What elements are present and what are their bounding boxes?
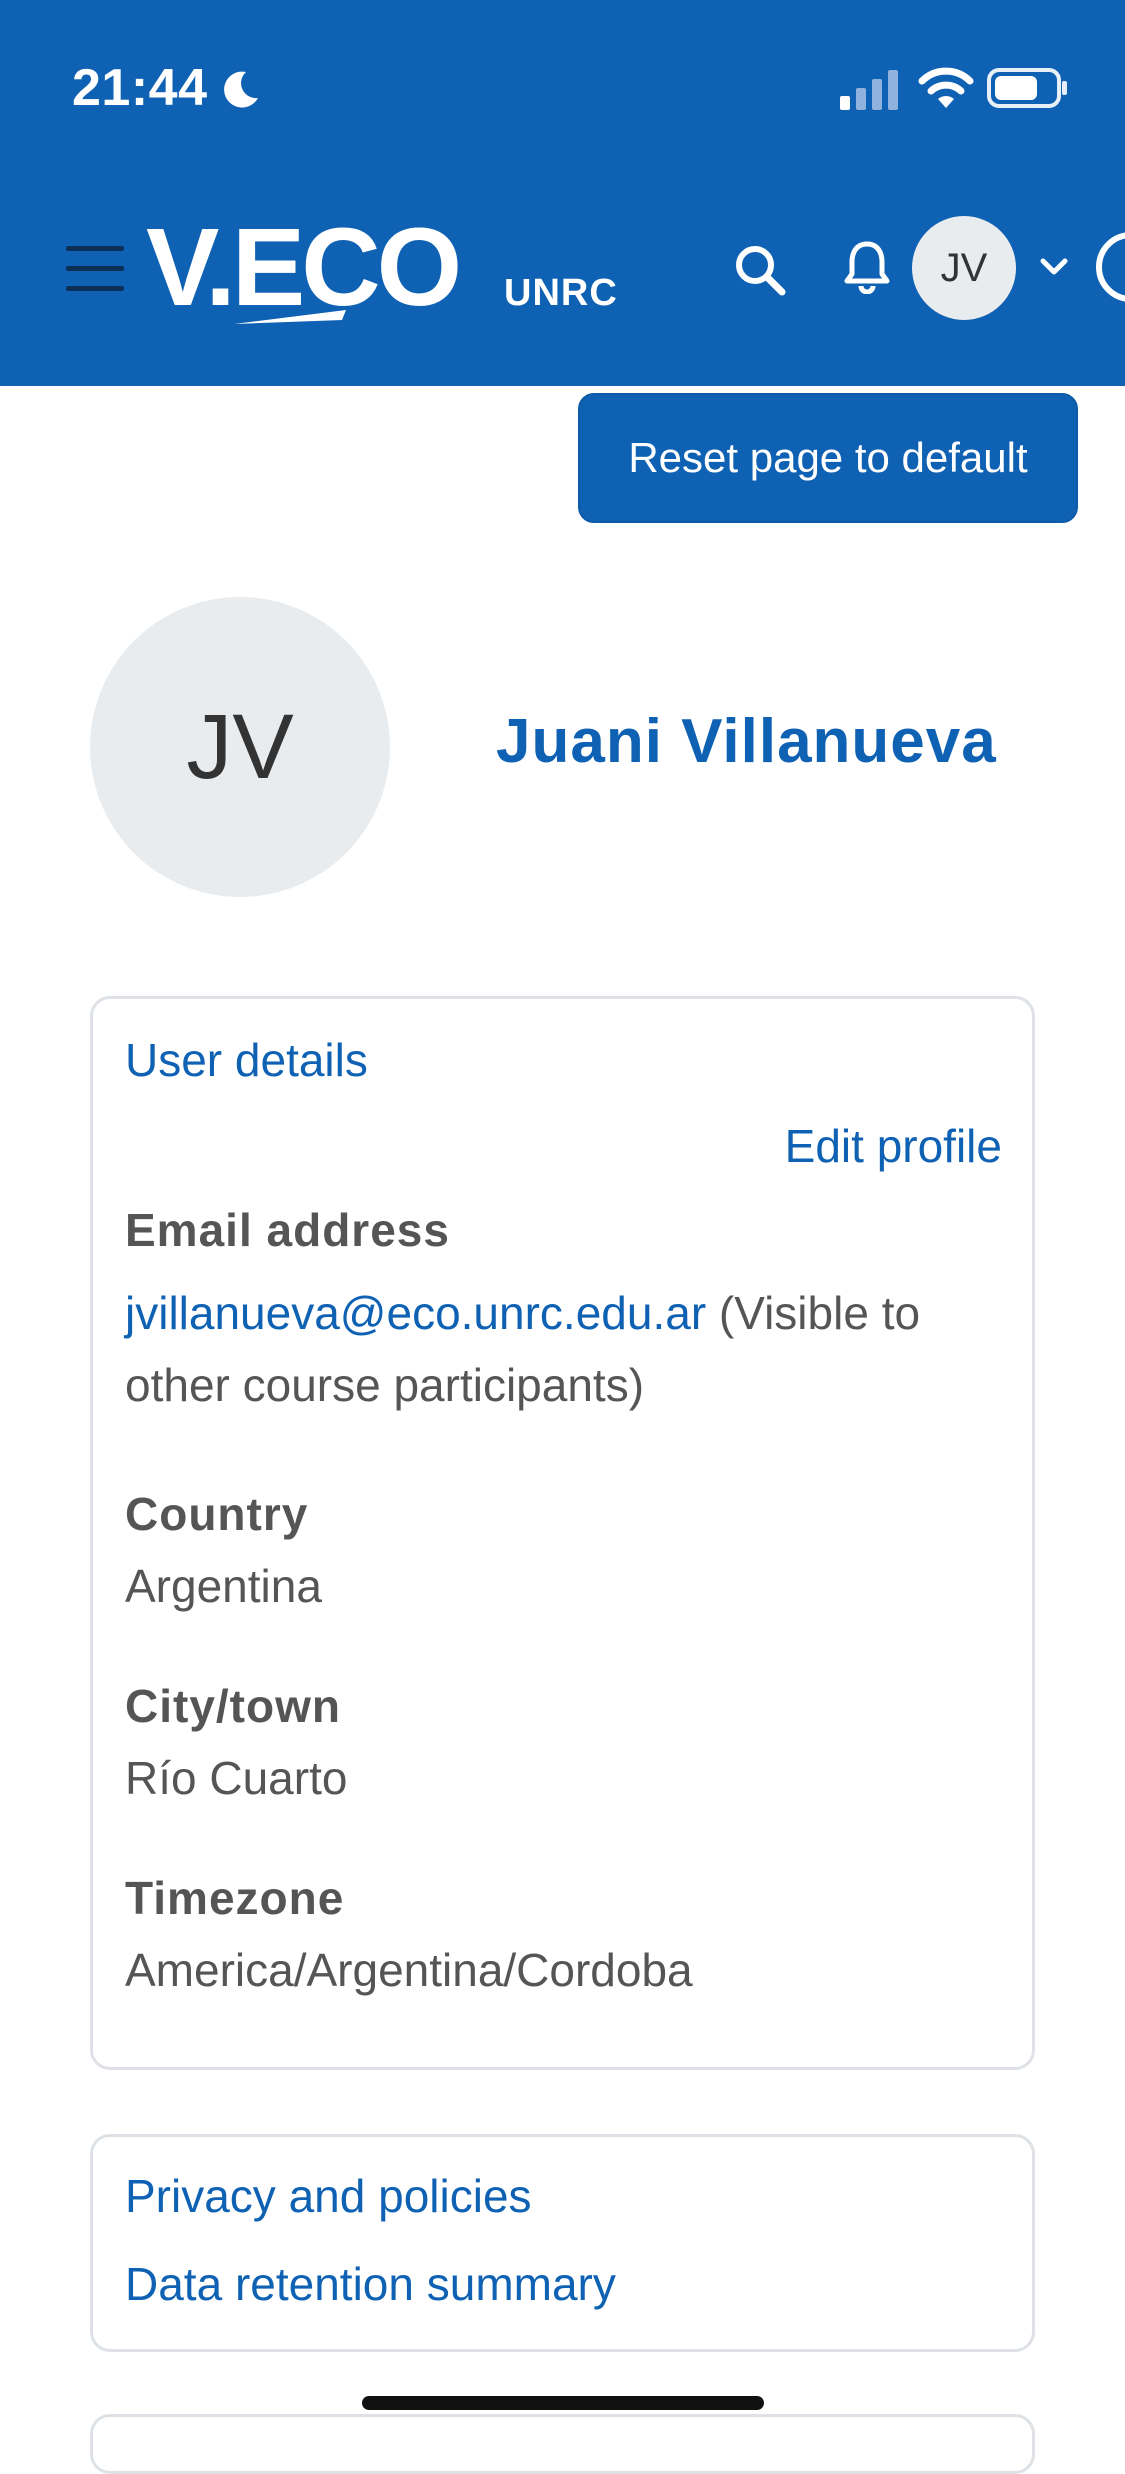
reset-page-button[interactable]: Reset page to default	[578, 393, 1078, 523]
app-header: 21:44 V.ECO UNRC JV	[0, 0, 1125, 386]
home-indicator[interactable]	[362, 2396, 764, 2410]
svg-text:V.ECO: V.ECO	[146, 210, 458, 329]
search-icon[interactable]	[734, 244, 786, 296]
profile-avatar: JV	[90, 597, 390, 897]
email-link[interactable]: jvillanueva@eco.unrc.edu.ar	[125, 1287, 706, 1339]
privacy-card: Privacy and policies Data retention summ…	[90, 2134, 1035, 2352]
city-label: City/town	[125, 1680, 341, 1732]
email-line: jvillanueva@eco.unrc.edu.ar (Visible to …	[125, 1277, 1005, 1421]
country-label: Country	[125, 1488, 309, 1540]
edit-profile-link[interactable]: Edit profile	[785, 1119, 1002, 1173]
moon-icon	[224, 71, 258, 108]
country-value: Argentina	[125, 1560, 322, 1612]
timezone-label: Timezone	[125, 1872, 345, 1924]
user-details-card: User details Edit profile Email address …	[90, 996, 1035, 2070]
timezone-value: America/Argentina/Cordoba	[125, 1944, 693, 1996]
veco-logo[interactable]: V.ECO	[146, 210, 496, 330]
hamburger-menu-icon[interactable]	[66, 244, 124, 294]
profile-name[interactable]: Juani Villanueva	[496, 706, 997, 777]
battery-icon	[987, 68, 1067, 108]
chevron-down-icon[interactable]	[1040, 258, 1068, 276]
status-time: 21:44	[72, 59, 208, 117]
drawer-toggle-icon[interactable]	[1096, 232, 1125, 302]
wifi-icon	[918, 67, 974, 108]
data-retention-link[interactable]: Data retention summary	[125, 2257, 616, 2311]
email-label: Email address	[125, 1204, 450, 1256]
city-value: Río Cuarto	[125, 1752, 348, 1804]
logo-suffix: UNRC	[504, 272, 618, 314]
privacy-policies-link[interactable]: Privacy and policies	[125, 2169, 532, 2223]
header-avatar[interactable]: JV	[912, 216, 1016, 320]
next-card	[90, 2414, 1035, 2474]
user-details-title[interactable]: User details	[125, 1033, 368, 1087]
cellular-signal-icon	[840, 70, 898, 110]
bell-icon[interactable]	[844, 240, 890, 294]
